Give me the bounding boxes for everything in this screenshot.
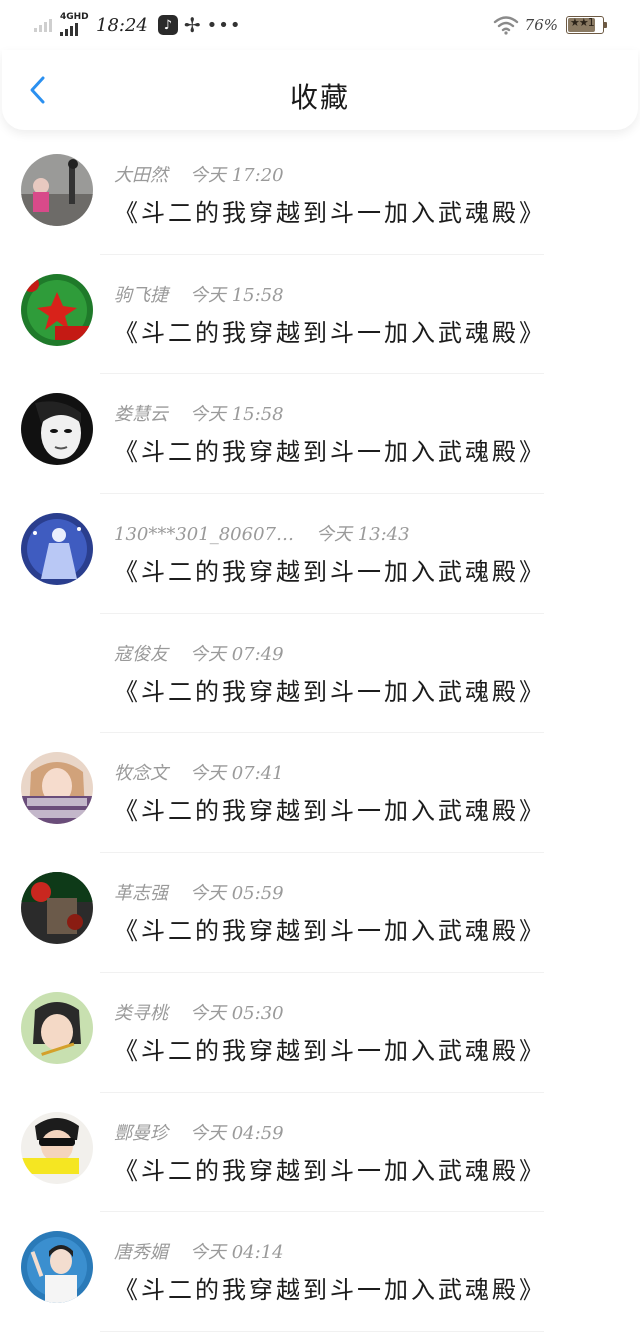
user-name: 寇俊友 (114, 643, 168, 665)
item-meta: 革志强 今天 05:59 (114, 879, 284, 905)
favorite-title: 《斗二的我穿越到斗一加入武魂殿》 (114, 1276, 546, 1305)
list-item[interactable]: 唐秀媚 今天 04:14 《斗二的我穿越到斗一加入武魂殿》 (0, 1212, 640, 1332)
more-dots-icon: ••• (206, 14, 242, 36)
list-item[interactable]: 大田然 今天 17:20 《斗二的我穿越到斗一加入武魂殿》 (0, 135, 640, 255)
network-indicator: 4GHD (60, 12, 90, 38)
avatar[interactable] (21, 1231, 93, 1304)
favorite-title: 《斗二的我穿越到斗一加入武魂殿》 (114, 797, 546, 826)
wifi-icon (493, 16, 518, 35)
user-name: 类寻桃 (114, 1002, 168, 1024)
user-name: 牧念文 (114, 763, 168, 785)
favorite-title: 《斗二的我穿越到斗一加入武魂殿》 (114, 318, 546, 347)
status-left: 4GHD 18:24 ♪ ✢ ••• (34, 10, 242, 40)
timestamp: 今天 13:43 (315, 524, 410, 546)
battery-percent: 76% (524, 16, 558, 34)
list-item[interactable]: 娄慧云 今天 15:58 《斗二的我穿越到斗一加入武魂殿》 (0, 374, 640, 495)
list-item[interactable]: 牧念文 今天 07:41 《斗二的我穿越到斗一加入武魂殿》 (0, 733, 640, 854)
item-meta: 唐秀媚 今天 04:14 (114, 1238, 284, 1264)
avatar[interactable] (21, 513, 93, 586)
status-time: 18:24 (96, 14, 148, 36)
avatar[interactable] (21, 991, 93, 1064)
item-meta: 驹飞捷 今天 15:58 (114, 281, 284, 307)
avatar[interactable] (21, 154, 93, 226)
timestamp: 今天 04:14 (190, 1242, 284, 1264)
timestamp: 今天 17:20 (190, 165, 284, 186)
item-meta: 寇俊友 今天 07:49 (114, 640, 284, 666)
timestamp: 今天 05:30 (190, 1002, 284, 1024)
user-name: 革志强 (114, 883, 168, 905)
favorite-title: 《斗二的我穿越到斗一加入武魂殿》 (114, 677, 546, 706)
user-name: 唐秀媚 (114, 1242, 168, 1264)
timestamp: 今天 04:59 (190, 1122, 284, 1144)
list-item[interactable]: 寇俊友 今天 07:49 《斗二的我穿越到斗一加入武魂殿》 (0, 614, 640, 734)
favorite-title: 《斗二的我穿越到斗一加入武魂殿》 (114, 199, 546, 227)
list-item[interactable]: 130***301_80607… 今天 13:43 《斗二的我穿越到斗一加入武魂殿》 (0, 494, 640, 614)
item-meta: 娄慧云 今天 15:58 (114, 400, 284, 426)
user-name: 大田然 (114, 165, 168, 186)
list-item[interactable]: 革志强 今天 05:59 《斗二的我穿越到斗一加入武魂殿》 (0, 853, 640, 973)
list-item[interactable]: 酆曼珍 今天 04:59 《斗二的我穿越到斗一加入武魂殿》 (0, 1093, 640, 1213)
list-item[interactable]: 类寻桃 今天 05:30 《斗二的我穿越到斗一加入武魂殿》 (0, 973, 640, 1093)
music-app-icon: ♪ (157, 15, 178, 35)
status-bar: 4GHD 18:24 ♪ ✢ ••• 76% ★★1 (0, 0, 640, 50)
timestamp: 今天 15:58 (190, 284, 284, 306)
list-item[interactable]: 驹飞捷 今天 15:58 《斗二的我穿越到斗一加入武魂殿》 (0, 255, 640, 375)
pinwheel-icon: ✢ (183, 13, 201, 37)
avatar[interactable] (21, 393, 93, 466)
item-meta: 酆曼珍 今天 04:59 (114, 1119, 284, 1145)
timestamp: 今天 07:49 (190, 643, 284, 665)
avatar[interactable] (21, 1111, 93, 1184)
signal-strong-icon (60, 22, 80, 36)
favorite-title: 《斗二的我穿越到斗一加入武魂殿》 (114, 438, 546, 467)
avatar[interactable] (21, 273, 93, 346)
favorite-title: 《斗二的我穿越到斗一加入武魂殿》 (114, 917, 546, 946)
page-title: 收藏 (289, 81, 350, 114)
item-meta: 牧念文 今天 07:41 (114, 759, 284, 785)
item-meta: 130***301_80607… 今天 13:43 (114, 520, 410, 546)
timestamp: 今天 15:58 (190, 404, 284, 426)
item-meta: 类寻桃 今天 05:30 (114, 999, 284, 1025)
favorite-title: 《斗二的我穿越到斗一加入武魂殿》 (114, 1036, 546, 1065)
signal-icon (34, 18, 54, 32)
user-name: 130***301_80607… (114, 524, 294, 546)
user-name: 酆曼珍 (114, 1122, 168, 1144)
favorite-title: 《斗二的我穿越到斗一加入武魂殿》 (114, 558, 546, 587)
header: 收藏 (2, 50, 638, 130)
avatar[interactable] (21, 752, 93, 825)
status-right: 76% ★★1 (493, 10, 607, 40)
timestamp: 今天 07:41 (190, 763, 284, 785)
user-name: 娄慧云 (114, 404, 168, 426)
network-label: 4GHD (60, 12, 89, 22)
battery-icon: ★★1 (566, 16, 607, 34)
user-name: 驹飞捷 (114, 284, 168, 306)
favorite-title: 《斗二的我穿越到斗一加入武魂殿》 (114, 1156, 546, 1185)
favorites-list: 大田然 今天 17:20 《斗二的我穿越到斗一加入武魂殿》 驹飞捷 今天 15:58 《斗… (0, 135, 640, 1332)
timestamp: 今天 05:59 (190, 883, 284, 905)
avatar[interactable] (21, 872, 93, 945)
item-meta: 大田然 今天 17:20 (114, 161, 284, 187)
